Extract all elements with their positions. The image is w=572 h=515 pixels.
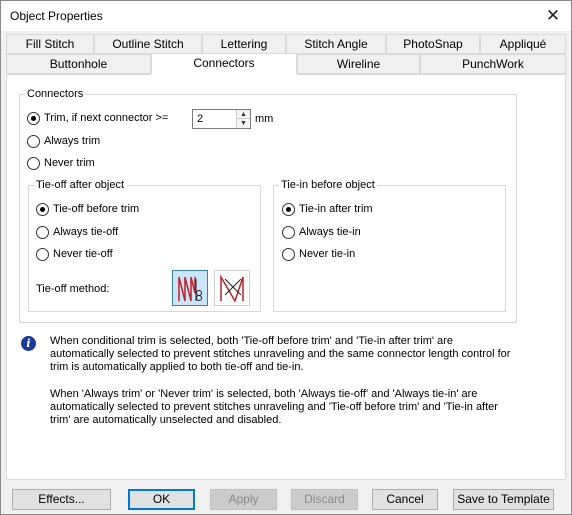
never-tieoff-option[interactable]: Never tie-off	[36, 246, 113, 262]
always-trim-radio[interactable]	[27, 134, 40, 148]
always-tiein-radio[interactable]	[282, 225, 295, 239]
always-tieoff-option[interactable]: Always tie-off	[36, 224, 118, 240]
always-trim-label: Always trim	[44, 135, 101, 147]
trim-length-spinner[interactable]: 2 ▲ ▼	[192, 109, 251, 129]
tab-wireline[interactable]: Wireline	[297, 54, 420, 74]
ok-button[interactable]: OK	[128, 489, 195, 510]
tiein-group-label: Tie-in before object	[279, 179, 377, 191]
never-trim-radio[interactable]	[27, 156, 40, 170]
tieoff-before-trim-option[interactable]: Tie-off before trim	[36, 201, 139, 217]
tieoff-method-1-button[interactable]	[172, 270, 208, 306]
always-trim-option[interactable]: Always trim	[27, 133, 100, 149]
tieoff-method-label: Tie-off method:	[36, 283, 110, 295]
tieoff-stitch-icon	[178, 276, 202, 302]
info-line: trim' are automatically unselected and d…	[50, 414, 282, 426]
tab-stitch-angle[interactable]: Stitch Angle	[286, 34, 386, 54]
tab-outline-stitch[interactable]: Outline Stitch	[94, 34, 202, 54]
tab-punchwork[interactable]: PunchWork	[420, 54, 566, 74]
tieoff-before-trim-label: Tie-off before trim	[53, 203, 140, 215]
apply-button[interactable]: Apply	[210, 489, 277, 510]
info-line: automatically selected to prevent stitch…	[50, 348, 511, 360]
spin-down-icon[interactable]: ▼	[237, 119, 250, 128]
save-to-template-button[interactable]: Save to Template	[453, 489, 554, 510]
tiein-after-trim-radio[interactable]	[282, 202, 295, 216]
tab-lettering[interactable]: Lettering	[202, 34, 286, 54]
spinner-buttons: ▲ ▼	[236, 110, 250, 128]
tab-photosnap[interactable]: PhotoSnap	[386, 34, 480, 54]
never-trim-label: Never trim	[44, 157, 95, 169]
trim-unit: mm	[255, 113, 274, 125]
discard-button[interactable]: Discard	[291, 489, 358, 510]
close-icon[interactable]: ✕	[541, 5, 565, 27]
info-line: When conditional trim is selected, both …	[50, 335, 453, 347]
never-tiein-option[interactable]: Never tie-in	[282, 246, 355, 262]
never-tieoff-radio[interactable]	[36, 247, 49, 261]
tab-connectors[interactable]: Connectors	[151, 53, 297, 75]
cancel-button[interactable]: Cancel	[372, 489, 438, 510]
info-line: trim is automatically applied to both ti…	[50, 361, 304, 373]
tab-applique[interactable]: Appliqué	[480, 34, 566, 54]
tiein-after-trim-label: Tie-in after trim	[299, 203, 373, 215]
spin-up-icon[interactable]: ▲	[237, 110, 250, 119]
tieoff-before-trim-radio[interactable]	[36, 202, 49, 216]
tiein-after-trim-option[interactable]: Tie-in after trim	[282, 201, 373, 217]
always-tiein-label: Always tie-in	[299, 226, 361, 238]
trim-if-radio[interactable]	[27, 111, 40, 125]
info-line: automatically selected to prevent stitch…	[50, 401, 498, 413]
tieoff-method-2-button[interactable]	[214, 270, 250, 306]
window-title: Object Properties	[10, 9, 103, 23]
never-trim-option[interactable]: Never trim	[27, 155, 95, 171]
never-tieoff-label: Never tie-off	[53, 248, 113, 260]
info-icon: i	[21, 336, 36, 351]
tab-fill-stitch[interactable]: Fill Stitch	[6, 34, 94, 54]
effects-button[interactable]: Effects...	[12, 489, 111, 510]
info-paragraph-1: When conditional trim is selected, both …	[50, 335, 520, 374]
never-tiein-radio[interactable]	[282, 247, 295, 261]
tab-buttonhole[interactable]: Buttonhole	[6, 54, 151, 74]
trim-if-option[interactable]: Trim, if next connector >=	[27, 110, 168, 126]
object-properties-dialog: Object Properties ✕ Fill Stitch Outline …	[0, 0, 572, 515]
always-tieoff-radio[interactable]	[36, 225, 49, 239]
always-tieoff-label: Always tie-off	[53, 226, 119, 238]
never-tiein-label: Never tie-in	[299, 248, 356, 260]
trim-if-label: Trim, if next connector >=	[44, 112, 169, 124]
info-paragraph-2: When 'Always trim' or 'Never trim' is se…	[50, 388, 520, 427]
title-bar: Object Properties ✕	[1, 1, 571, 31]
connectors-group-label: Connectors	[25, 88, 86, 100]
trim-length-value[interactable]: 2	[197, 113, 203, 125]
tieoff-cross-icon	[220, 274, 244, 303]
always-tiein-option[interactable]: Always tie-in	[282, 224, 361, 240]
tieoff-group-label: Tie-off after object	[34, 179, 127, 191]
info-line: When 'Always trim' or 'Never trim' is se…	[50, 388, 478, 400]
